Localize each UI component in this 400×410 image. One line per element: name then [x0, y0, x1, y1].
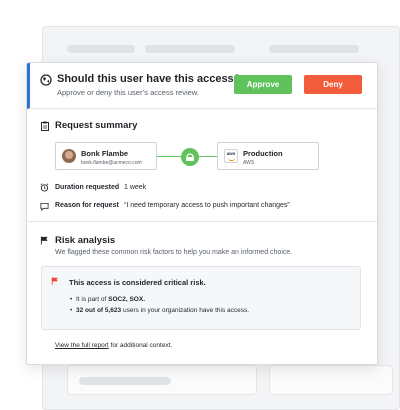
background-card: [269, 365, 393, 395]
deny-button[interactable]: Deny: [304, 75, 362, 94]
report-footer: View the full report for additional cont…: [55, 342, 172, 349]
alarm-clock-icon: [40, 183, 49, 192]
background-placeholder-bar: [145, 45, 235, 53]
aws-logo-icon: aws: [224, 149, 238, 163]
access-badge: [181, 148, 199, 166]
risk-callout: This access is considered critical risk.…: [41, 266, 361, 330]
resource-provider: AWS: [243, 160, 255, 166]
resource-name: Production: [243, 149, 283, 158]
reason-value: “I need temporary access to push importa…: [124, 202, 290, 209]
risk-title: This access is considered critical risk.: [69, 278, 206, 287]
background-placeholder-bar: [67, 45, 135, 53]
footer-text: for additional context.: [108, 342, 173, 349]
globe-icon: [40, 74, 52, 86]
requester-email: bonk.flambe@acmeco.com: [81, 160, 142, 166]
comment-icon: [40, 202, 49, 211]
risk-item-compliance: It is part of SOC2, SOX.: [70, 296, 146, 303]
header-title: Should this user have this access?: [57, 73, 241, 85]
background-placeholder-bar: [79, 377, 171, 385]
risk-flag-icon: [51, 277, 58, 285]
clipboard-icon: [41, 121, 49, 131]
requester-card[interactable]: Bonk Flambe bonk.flambe@acmeco.com: [55, 142, 157, 170]
resource-card[interactable]: aws Production AWS: [217, 142, 319, 170]
avatar: [62, 149, 76, 163]
full-report-link[interactable]: View the full report: [55, 342, 109, 349]
duration-value: 1 week: [124, 184, 147, 191]
flag-icon: [40, 236, 48, 245]
requester-name: Bonk Flambe: [81, 149, 129, 158]
risk-analysis-title: Risk analysis: [55, 235, 116, 246]
risk-item-users: 32 out of 5,623 users in your organizati…: [70, 307, 250, 314]
risk-item-bold: SOC2, SOX.: [108, 296, 146, 303]
section-divider: [27, 221, 377, 222]
approve-button[interactable]: Approve: [234, 75, 292, 94]
risk-item-bold: 32 out of 5,623: [76, 307, 122, 314]
lock-icon: [186, 153, 194, 161]
access-review-card: Should this user have this access? Appro…: [26, 62, 378, 365]
reason-label: Reason for request: [55, 202, 119, 209]
risk-item-text: It is part of: [76, 296, 109, 303]
background-placeholder-bar: [269, 45, 359, 53]
request-summary-title: Request summary: [55, 120, 138, 131]
duration-label: Duration requested: [55, 184, 120, 191]
risk-intro-text: We flagged these common risk factors to …: [55, 249, 293, 256]
header-subtitle: Approve or deny this user’s access revie…: [57, 88, 199, 97]
card-header: Should this user have this access? Appro…: [27, 63, 377, 109]
risk-item-text: users in your organization have this acc…: [121, 307, 250, 314]
